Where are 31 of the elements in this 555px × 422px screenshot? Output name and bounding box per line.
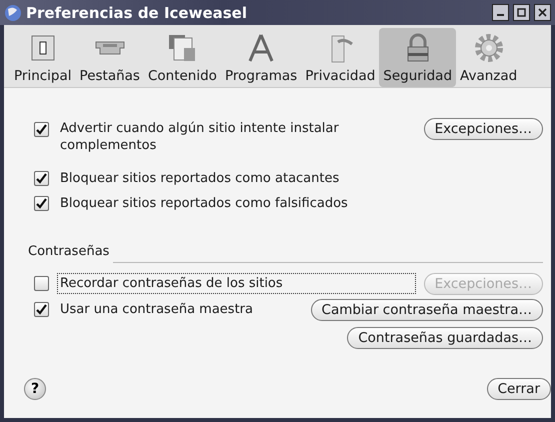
checkbox[interactable] — [34, 196, 49, 211]
checkbox-label: Usar una contraseña maestra — [59, 301, 254, 319]
checkbox[interactable] — [34, 276, 49, 291]
toolbar-tab[interactable]: Privacidad — [301, 28, 380, 87]
toolbar-tab[interactable]: Avanzad — [456, 28, 522, 87]
maximize-button[interactable] — [513, 4, 530, 21]
checkbox[interactable] — [34, 171, 49, 186]
checkbox[interactable] — [34, 122, 49, 137]
toolbar-tab[interactable]: Programas — [220, 28, 302, 87]
checkbox-label: Bloquear sitios reportados como falsificados — [59, 195, 349, 213]
toolbar-tab[interactable]: Seguridad — [379, 28, 456, 87]
window-title: Preferencias de Iceweasel — [26, 4, 248, 22]
toolbar-tab[interactable]: Pestañas — [76, 28, 144, 87]
section-heading: Contraseñas — [28, 244, 110, 259]
close-button[interactable] — [534, 4, 551, 21]
gear-icon — [472, 32, 505, 64]
help-button[interactable]: ? — [24, 378, 46, 400]
globe-icon — [4, 4, 22, 22]
toolbar-tab[interactable]: Contenido — [144, 28, 221, 87]
checkbox-label: Recordar contraseñas de los sitios — [57, 273, 416, 294]
exceptions-button[interactable]: Excepciones… — [424, 118, 543, 140]
minimize-button[interactable] — [492, 4, 509, 21]
toolbar-tab[interactable]: Principal — [10, 28, 76, 87]
saved-passwords-button[interactable]: Contraseñas guardadas… — [347, 326, 543, 348]
checkbox-label: Bloquear sitios reportados como atacantes — [59, 170, 340, 188]
close-dialog-button[interactable]: Cerrar — [486, 378, 551, 400]
checkbox[interactable] — [34, 302, 49, 317]
checkbox-label: Advertir cuando algún sitio intente instalar complementos — [59, 120, 340, 155]
change-password-button[interactable]: Cambiar contraseña maestra… — [310, 298, 543, 320]
maximize-icon — [517, 8, 526, 17]
close-icon — [538, 8, 547, 17]
